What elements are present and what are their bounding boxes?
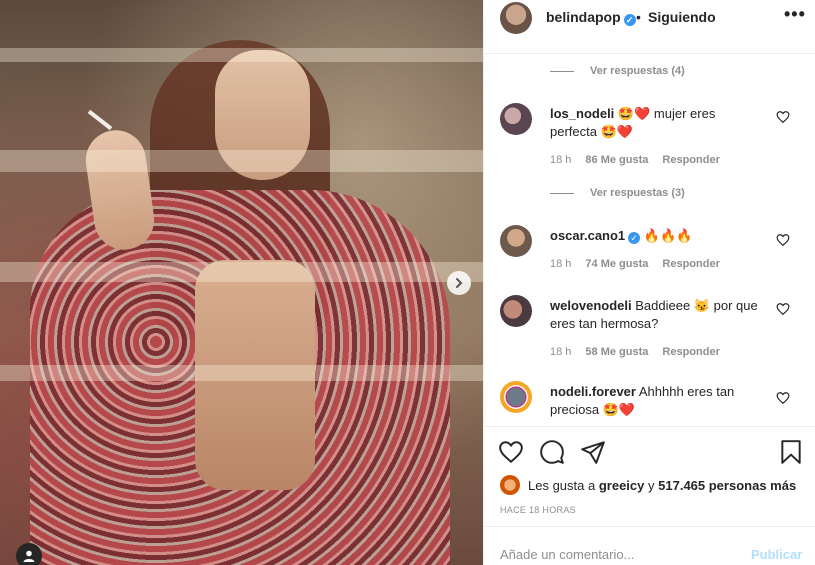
view-replies-label[interactable]: Ver respuestas (3) — [590, 187, 685, 199]
commenter-avatar[interactable] — [500, 295, 532, 327]
comment-text: 🔥🔥🔥 — [643, 228, 693, 243]
likes-prefix: Les gusta a — [528, 477, 596, 493]
comment-time[interactable]: 18 h — [550, 154, 571, 166]
view-replies-button[interactable]: Ver respuestas (3) — [550, 187, 685, 199]
reply-button[interactable]: Responder — [662, 154, 719, 166]
comment-like-heart-icon[interactable] — [776, 110, 790, 124]
light-beam — [0, 48, 483, 62]
commenter-avatar[interactable] — [500, 225, 532, 257]
heart-icon[interactable] — [498, 439, 524, 465]
next-photo-button[interactable] — [447, 271, 471, 295]
share-icon[interactable] — [580, 439, 606, 465]
bookmark-icon[interactable] — [778, 439, 804, 465]
header-separator: • — [636, 9, 641, 25]
comment-likes[interactable]: 86 Me gusta — [585, 154, 648, 166]
comment-body: welovenodeli Baddieee 😼 por que eres tan… — [550, 297, 760, 333]
comment-icon[interactable] — [539, 439, 565, 465]
author-username[interactable]: belindapop ✓ — [546, 9, 636, 26]
next-arrow-icon — [456, 278, 463, 288]
more-options-icon[interactable]: ••• — [784, 4, 806, 25]
comment-like-heart-icon[interactable] — [776, 233, 790, 247]
post-actions: Les gusta a greeicy y 517.465 personas m… — [484, 426, 815, 526]
comment-likes[interactable]: 58 Me gusta — [585, 346, 648, 358]
view-replies-button[interactable]: Ver respuestas (4) — [550, 65, 685, 77]
light-beam — [0, 150, 483, 172]
post-photo[interactable] — [0, 0, 483, 565]
comment-body: los_nodeli 🤩❤️ mujer eres perfecta 🤩❤️ — [550, 105, 760, 141]
commenter-username[interactable]: welovenodeli — [550, 298, 632, 313]
author-avatar[interactable] — [500, 2, 532, 34]
reply-button[interactable]: Responder — [662, 346, 719, 358]
add-comment-bar: Añade un comentario... Publicar — [484, 526, 815, 565]
replies-divider — [550, 70, 574, 72]
liker-avatar[interactable] — [500, 475, 520, 495]
view-replies-label[interactable]: Ver respuestas (4) — [590, 65, 685, 77]
comment-body: nodeli.forever Ahhhhh eres tan preciosa … — [550, 383, 760, 419]
comments-list[interactable]: Ver respuestas (4) los_nodeli 🤩❤️ mujer … — [484, 55, 815, 426]
comment-meta: 18 h 86 Me gusta Responder — [550, 154, 720, 166]
comment-like-heart-icon[interactable] — [776, 302, 790, 316]
commenter-avatar[interactable] — [500, 381, 532, 413]
comment-time[interactable]: 18 h — [550, 346, 571, 358]
light-beam — [0, 262, 483, 282]
publish-button[interactable]: Publicar — [751, 547, 802, 562]
comment-like-heart-icon[interactable] — [776, 391, 790, 405]
commenter-avatar[interactable] — [500, 103, 532, 135]
comment-time[interactable]: 18 h — [550, 258, 571, 270]
likes-summary: Les gusta a greeicy y 517.465 personas m… — [500, 475, 796, 495]
commenter-username[interactable]: los_nodeli — [550, 106, 614, 121]
verified-icon: ✓ — [628, 232, 641, 244]
liker-username[interactable]: greeicy — [599, 478, 645, 493]
post-timestamp[interactable]: HACE 18 HORAS — [500, 505, 576, 515]
post-header: belindapop ✓ • Siguiendo ••• — [484, 0, 815, 54]
user-tag-button[interactable] — [16, 543, 42, 565]
comment-body: oscar.cano1 ✓ 🔥🔥🔥 — [550, 227, 760, 245]
light-beam — [0, 365, 483, 381]
likes-connector: y — [648, 477, 655, 493]
comment-meta: 18 h 74 Me gusta Responder — [550, 258, 720, 270]
likes-count[interactable]: 517.465 personas más — [658, 478, 796, 493]
commenter-username[interactable]: nodeli.forever — [550, 384, 636, 399]
replies-divider — [550, 192, 574, 194]
comment-likes[interactable]: 74 Me gusta — [585, 258, 648, 270]
author-username-text[interactable]: belindapop — [546, 9, 621, 25]
comment-meta: 18 h 58 Me gusta Responder — [550, 346, 720, 358]
commenter-username[interactable]: oscar.cano1 — [550, 228, 625, 243]
verified-icon: ✓ — [623, 14, 636, 26]
reply-button[interactable]: Responder — [662, 258, 719, 270]
post-side-panel: belindapop ✓ • Siguiendo ••• Ver respuest… — [483, 0, 815, 565]
user-tag-icon — [23, 550, 35, 562]
comment-input[interactable]: Añade un comentario... — [500, 547, 634, 562]
following-button[interactable]: Siguiendo — [648, 9, 716, 25]
